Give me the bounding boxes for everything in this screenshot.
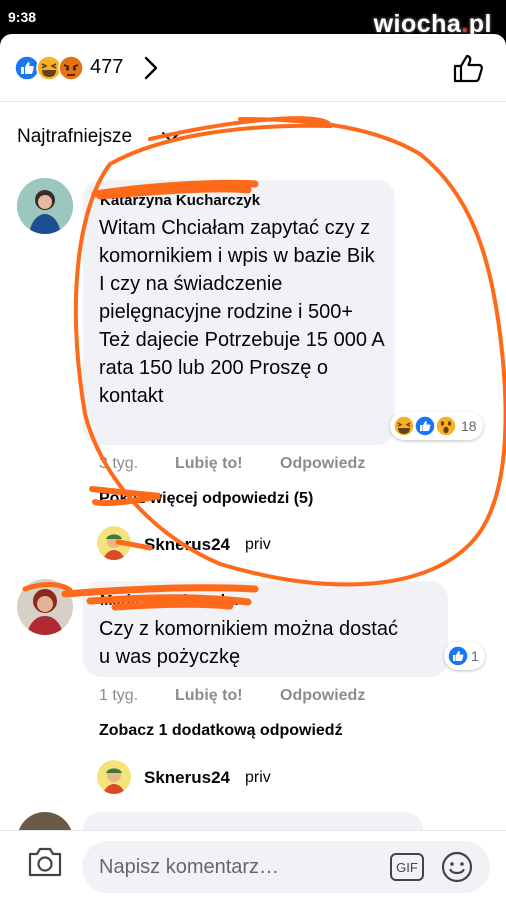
reply-button[interactable]: Odpowiedz xyxy=(280,687,365,705)
camera-icon[interactable] xyxy=(26,845,64,879)
status-bar: 9:38 wiocha.pl xyxy=(0,0,506,38)
haha-icon xyxy=(36,55,62,81)
like-icon xyxy=(14,55,40,81)
comment-reaction-count: 18 xyxy=(461,418,477,434)
avatar[interactable] xyxy=(17,579,73,635)
like-outline-icon[interactable] xyxy=(452,52,486,84)
comment-input[interactable]: Napisz komentarz… GIF xyxy=(82,841,490,893)
gif-icon[interactable]: GIF xyxy=(389,852,425,882)
reply-text: priv xyxy=(245,536,271,553)
comment-author[interactable]: Maria Nowakowska xyxy=(100,592,238,609)
comment-text: Witam Chciałam zapytać czy z komornikiem… xyxy=(99,217,384,407)
comment-time: 3 tyg. xyxy=(99,455,139,472)
like-icon xyxy=(447,645,469,667)
comment-author[interactable]: Katarzyna Kucharczyk xyxy=(100,192,260,209)
comment-reactions[interactable]: 18 xyxy=(390,412,483,440)
avatar[interactable] xyxy=(17,178,73,234)
angry-icon xyxy=(58,55,84,81)
reaction-count[interactable]: 477 xyxy=(90,56,123,79)
comment-time: 1 tyg. xyxy=(99,687,139,704)
reply-author[interactable]: Sknerus24 xyxy=(144,535,230,555)
reply-text: priv xyxy=(245,769,271,786)
haha-icon xyxy=(393,415,415,437)
wow-icon xyxy=(435,415,457,437)
like-button[interactable]: Lubię to! xyxy=(175,687,243,705)
comment-input-placeholder: Napisz komentarz… xyxy=(99,856,280,878)
show-more-replies-link[interactable]: Zobacz 1 dodatkową odpowiedź xyxy=(99,722,343,740)
comment-composer-bar: Napisz komentarz… GIF xyxy=(0,830,506,900)
show-more-replies-link[interactable]: Pokaż więcej odpowiedzi (5) xyxy=(99,490,313,508)
reply-button[interactable]: Odpowiedz xyxy=(280,455,365,473)
reply-author[interactable]: Sknerus24 xyxy=(144,768,230,788)
comments-sheet: 477 Najtrafniejsze Katarzyna Kucharczyk … xyxy=(0,34,506,900)
status-time: 9:38 xyxy=(8,9,37,25)
comment-reaction-count: 1 xyxy=(471,648,479,664)
like-icon xyxy=(414,415,436,437)
sort-dropdown-label[interactable]: Najtrafniejsze xyxy=(17,126,132,148)
reaction-summary-icons[interactable] xyxy=(14,55,90,81)
reply-avatar[interactable] xyxy=(97,760,131,794)
chevron-down-icon[interactable] xyxy=(160,127,182,147)
comment-reactions[interactable]: 1 xyxy=(444,642,485,670)
emoji-icon[interactable] xyxy=(440,850,474,884)
svg-text:GIF: GIF xyxy=(396,860,418,875)
like-button[interactable]: Lubię to! xyxy=(175,455,243,473)
reply-avatar[interactable] xyxy=(97,526,131,560)
chevron-right-icon[interactable] xyxy=(140,54,162,82)
comment-text: Czy z komornikiem można dostać u was poż… xyxy=(99,618,398,668)
reactions-header: 477 xyxy=(0,34,506,102)
